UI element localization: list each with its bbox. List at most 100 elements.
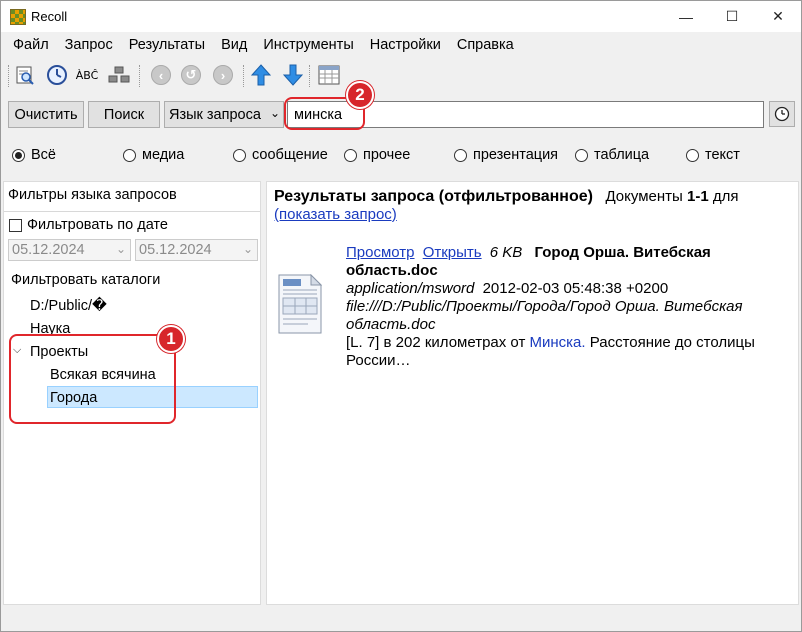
result-entry: Просмотр Открыть 6 KB Город Орша. Витебс… <box>346 244 796 370</box>
snippet-post: Расстояние до столицы <box>585 334 755 351</box>
radio-dot <box>575 148 588 162</box>
annotation-badge-1: 1 <box>157 325 185 353</box>
file-path-line2: область.doc <box>346 316 436 333</box>
preview-link[interactable]: Просмотр <box>346 244 415 261</box>
results-header: Результаты запроса (отфильтрованное) Док… <box>274 188 794 223</box>
tree-item-root[interactable]: D:/Public/� <box>30 295 107 317</box>
radio-dot <box>123 148 136 162</box>
open-link[interactable]: Открыть <box>423 244 482 261</box>
results-panel: Результаты запроса (отфильтрованное) Док… <box>266 181 799 605</box>
date-from-field[interactable]: 05.12.2024 ⌄ <box>8 239 131 261</box>
menu-view[interactable]: Вид <box>213 35 255 57</box>
search-preview-icon[interactable] <box>13 63 37 87</box>
filter-spreadsheet[interactable]: таблица <box>575 147 649 163</box>
clock-icon <box>774 106 790 122</box>
close-icon: ✕ <box>772 8 784 24</box>
recoll-app-icon <box>10 9 26 25</box>
reload-icon[interactable]: ↺ <box>179 63 203 87</box>
minimize-icon: — <box>679 8 693 25</box>
date-filter-label: Фильтровать по дате <box>27 217 168 233</box>
history-icon[interactable] <box>45 63 69 87</box>
title-bar: Recoll — ☐ ✕ <box>1 1 801 32</box>
chevron-down-icon: ⌄ <box>269 106 280 120</box>
filter-label: прочее <box>363 147 411 163</box>
down-arrow-icon[interactable] <box>281 63 305 87</box>
index-icon[interactable] <box>107 63 131 87</box>
window-title: Recoll <box>31 9 68 24</box>
radio-dot <box>344 148 357 162</box>
toolbar-separator <box>243 65 245 87</box>
date-to-field[interactable]: 05.12.2024 ⌄ <box>135 239 258 261</box>
divider <box>4 211 260 212</box>
up-arrow-icon[interactable] <box>249 63 273 87</box>
panel-title: Фильтры языка запросов <box>8 187 177 203</box>
forward-icon[interactable]: › <box>211 63 235 87</box>
table-view-icon[interactable] <box>317 63 341 87</box>
radio-dot <box>686 148 699 162</box>
toolbar: ÀBĈ ‹ ↺ › <box>5 61 795 91</box>
annotation-box-1 <box>9 334 176 424</box>
history-clock-button[interactable] <box>769 101 795 127</box>
filter-presentation[interactable]: презентация <box>454 147 558 163</box>
menu-query[interactable]: Запрос <box>57 35 121 57</box>
show-query-link[interactable]: (показать запрос) <box>274 206 397 223</box>
snippet-pre: [L. 7] в 202 километрах от <box>346 334 530 351</box>
query-language-select[interactable]: Язык запроса ⌄ <box>164 101 284 128</box>
maximize-button[interactable]: ☐ <box>709 1 755 32</box>
filter-message[interactable]: сообщение <box>233 147 328 163</box>
clear-button[interactable]: Очистить <box>8 101 84 128</box>
minimize-button[interactable]: — <box>663 1 709 32</box>
app-window: Recoll — ☐ ✕ Файл Запрос Результаты Вид … <box>0 0 802 632</box>
file-size: 6 KB <box>489 244 523 261</box>
file-path-line1: file:///D:/Public/Проекты/Города/Город О… <box>346 298 743 315</box>
date-filter-checkbox[interactable]: Фильтровать по дате <box>9 217 168 233</box>
filter-label: сообщение <box>252 147 328 163</box>
close-button[interactable]: ✕ <box>755 1 801 32</box>
spell-icon[interactable]: ÀBĈ <box>75 63 99 87</box>
checkbox-box <box>9 218 22 232</box>
radio-dot <box>454 148 467 162</box>
snippet-highlight: Минска. <box>529 334 586 351</box>
docs-label: Документы <box>605 188 683 205</box>
filter-other[interactable]: прочее <box>344 147 410 163</box>
doc-date: 2012-02-03 05:48:38 +0200 <box>482 280 669 297</box>
doc-title-line2: область.doc <box>346 262 438 279</box>
snippet-line2: России… <box>346 352 411 369</box>
filter-label: Всё <box>31 147 56 163</box>
maximize-icon: ☐ <box>725 8 739 24</box>
search-button[interactable]: Поиск <box>88 101 160 128</box>
menu-tools[interactable]: Инструменты <box>255 35 361 57</box>
docs-range: 1-1 <box>686 188 709 205</box>
filter-label: таблица <box>594 147 650 163</box>
filter-label: текст <box>705 147 740 163</box>
mime-type: application/msword <box>346 280 475 297</box>
chevron-down-icon: ⌄ <box>242 242 253 256</box>
chevron-down-icon: ⌄ <box>115 242 126 256</box>
results-title: Результаты запроса (отфильтрованное) <box>274 188 593 205</box>
menu-help[interactable]: Справка <box>449 35 522 57</box>
date-to-value: 05.12.2024 <box>139 242 212 258</box>
menu-file[interactable]: Файл <box>5 35 57 57</box>
filter-all[interactable]: Всё <box>12 147 56 163</box>
toolbar-grip <box>8 65 10 87</box>
menu-bar: Файл Запрос Результаты Вид Инструменты Н… <box>1 35 801 57</box>
radio-dot <box>12 148 25 162</box>
radio-dot <box>233 148 246 162</box>
menu-settings[interactable]: Настройки <box>362 35 449 57</box>
filter-media[interactable]: медиа <box>123 147 184 163</box>
annotation-badge-2: 2 <box>346 81 374 109</box>
query-language-label: Язык запроса <box>169 106 261 123</box>
toolbar-separator <box>139 65 141 87</box>
date-from-value: 05.12.2024 <box>12 242 85 258</box>
filter-text[interactable]: текст <box>686 147 740 163</box>
status-bar <box>1 607 801 631</box>
doc-file-icon <box>278 273 323 334</box>
dir-filter-label: Фильтровать каталоги <box>11 272 161 288</box>
doc-title-line1: Город Орша. Витебская <box>534 244 711 261</box>
menu-results[interactable]: Результаты <box>121 35 213 57</box>
filter-label: медиа <box>142 147 185 163</box>
back-icon[interactable]: ‹ <box>149 63 173 87</box>
toolbar-separator <box>309 65 311 87</box>
filter-label: презентация <box>473 147 559 163</box>
docs-suffix: для <box>712 188 739 205</box>
